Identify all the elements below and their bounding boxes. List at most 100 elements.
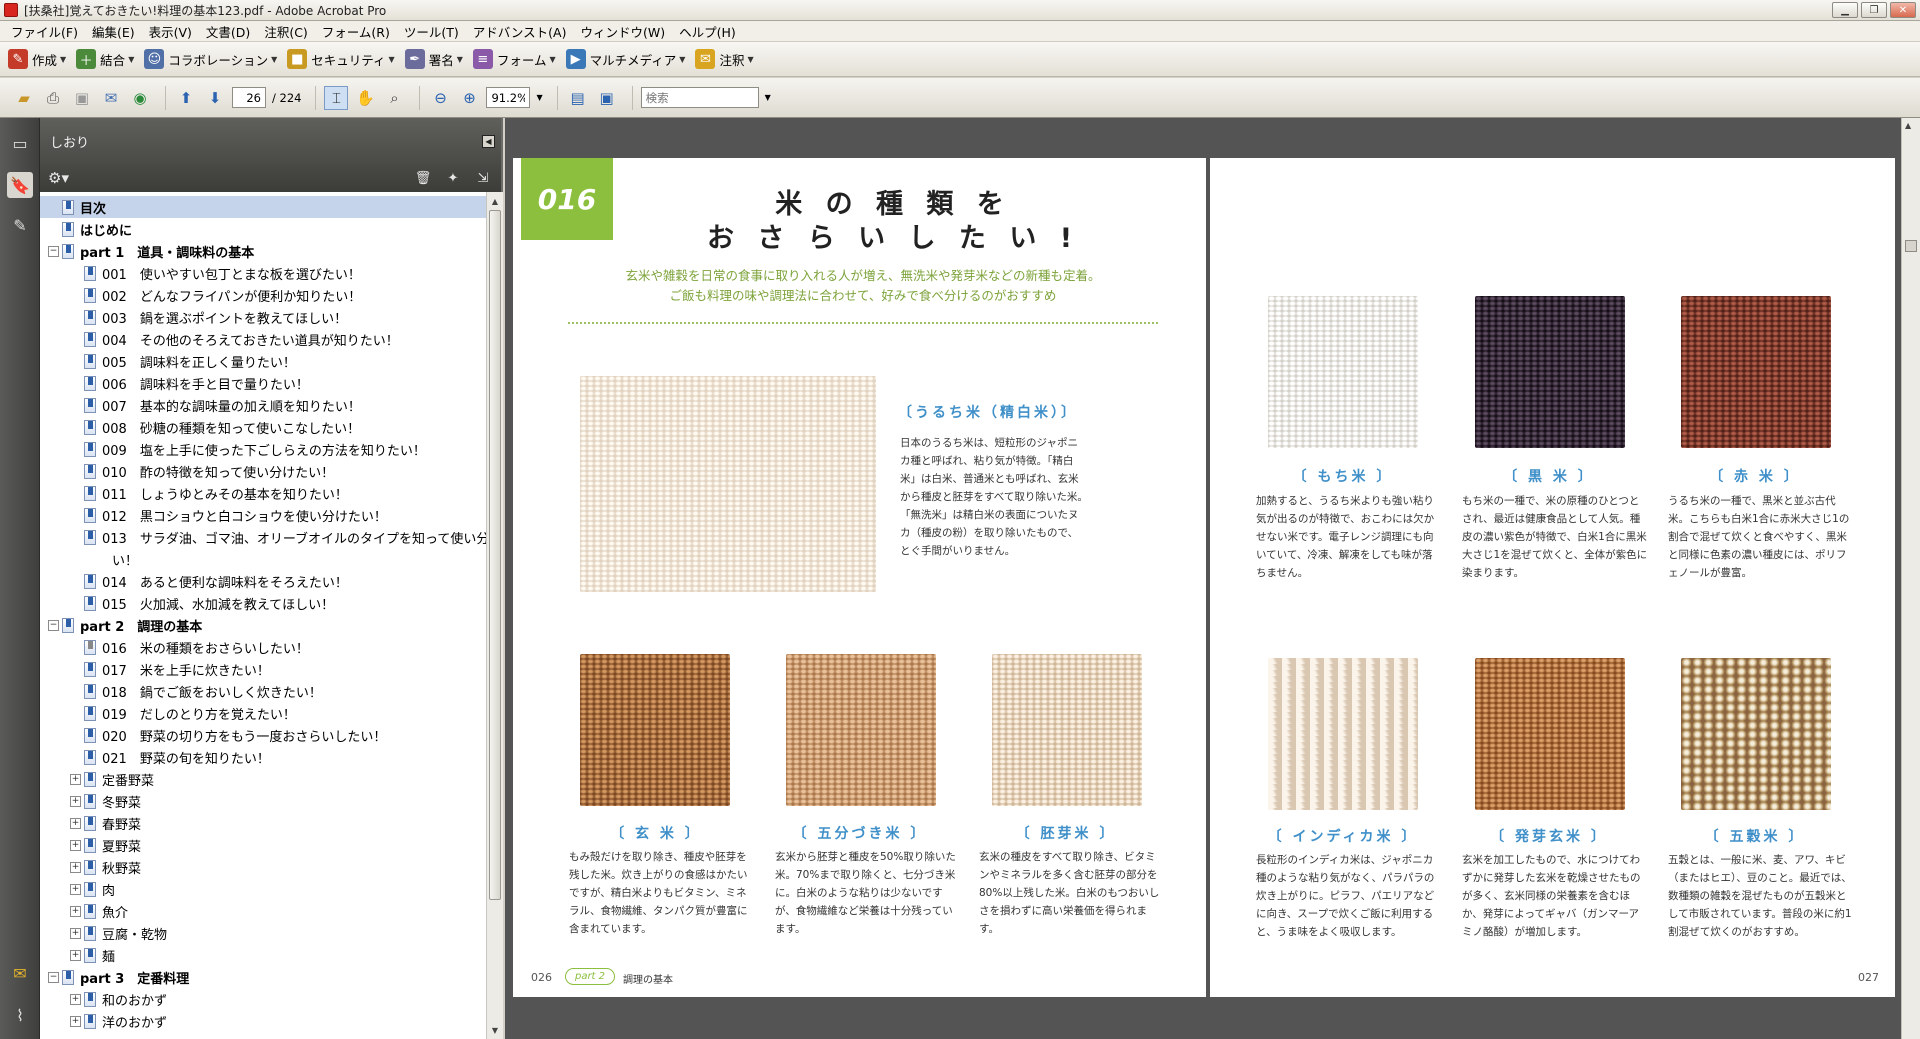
- expand-icon[interactable]: +: [70, 1015, 81, 1027]
- expand-icon[interactable]: +: [70, 861, 81, 873]
- bookmark-item[interactable]: − part 1 道具・調味料の基本: [40, 240, 486, 262]
- scroll-down-icon[interactable]: ▼: [489, 1023, 501, 1037]
- scroll-up-icon[interactable]: ▲: [1905, 121, 1911, 130]
- bookmark-item[interactable]: 001 使いやすい包丁とまな板を選びたい！: [40, 262, 486, 284]
- bookmark-item[interactable]: 009 塩を上手に使った下ごしらえの方法を知りたい！: [40, 438, 486, 460]
- bookmark-item[interactable]: 019 だしのとり方を覚えたい！: [40, 702, 486, 724]
- comments-icon[interactable]: ✉: [7, 960, 33, 986]
- zoom-in-icon[interactable]: ⊕: [457, 86, 481, 110]
- options-gear-icon[interactable]: ⚙▾: [48, 169, 69, 187]
- collapse-icon[interactable]: −: [48, 619, 59, 631]
- menu-comments[interactable]: 注釈(C): [257, 22, 314, 41]
- bookmark-item[interactable]: 002 どんなフライパンが便利か知りたい！: [40, 284, 486, 306]
- pages-icon[interactable]: ▭: [7, 130, 33, 156]
- open-folder-icon[interactable]: ▰: [12, 86, 36, 110]
- next-page-icon[interactable]: ⬇: [203, 86, 227, 110]
- bookmark-item[interactable]: − part 3 定番料理: [40, 966, 486, 988]
- expand-icon[interactable]: +: [70, 883, 81, 895]
- fit-page-icon[interactable]: ▣: [595, 86, 619, 110]
- bookmark-item[interactable]: + 麺: [40, 944, 486, 966]
- new-bookmark-icon[interactable]: ✦: [443, 168, 463, 188]
- email-icon[interactable]: ✉: [99, 86, 123, 110]
- bookmark-item[interactable]: 005 調味料を正しく量りたい！: [40, 350, 486, 372]
- bookmark-item[interactable]: 017 米を上手に炊きたい！: [40, 658, 486, 680]
- expand-icon[interactable]: +: [70, 773, 81, 785]
- expand-icon[interactable]: +: [70, 949, 81, 961]
- menu-forms[interactable]: フォーム(R): [315, 22, 397, 41]
- combine-button[interactable]: ＋結合 ▼: [76, 49, 134, 69]
- bookmark-item[interactable]: + 魚介: [40, 900, 486, 922]
- bookmark-item[interactable]: はじめに: [40, 218, 486, 240]
- menu-advanced[interactable]: アドバンスト(A): [466, 22, 574, 41]
- menu-file[interactable]: ファイル(F): [4, 22, 85, 41]
- attachments-icon[interactable]: ⌇: [7, 1002, 33, 1028]
- zoom-out-icon[interactable]: ⊖: [428, 86, 452, 110]
- bookmark-item[interactable]: 016 米の種類をおさらいしたい！: [40, 636, 486, 658]
- create-button[interactable]: ✎ 作成 ▼: [8, 49, 66, 69]
- bookmark-item[interactable]: 021 野菜の旬を知りたい！: [40, 746, 486, 768]
- expand-icon[interactable]: +: [70, 817, 81, 829]
- menu-edit[interactable]: 編集(E): [85, 22, 142, 41]
- previous-page-icon[interactable]: ⬆: [174, 86, 198, 110]
- collapse-icon[interactable]: −: [48, 971, 59, 983]
- expand-icon[interactable]: +: [70, 795, 81, 807]
- document-scrollbar-thumb[interactable]: [1905, 240, 1917, 252]
- signatures-icon[interactable]: ✎: [7, 212, 33, 238]
- bookmark-item[interactable]: 013 サラダ油、ゴマ油、オリーブオイルのタイプを知って使い分けた: [40, 526, 486, 548]
- save-icon[interactable]: ▣: [70, 86, 94, 110]
- bookmark-item[interactable]: + 和のおかず: [40, 988, 486, 1010]
- menu-tools[interactable]: ツール(T): [397, 22, 466, 41]
- expand-icon[interactable]: +: [70, 905, 81, 917]
- close-button[interactable]: ✕: [1890, 2, 1916, 18]
- search-input[interactable]: [640, 87, 759, 108]
- bookmark-item[interactable]: 012 黒コショウと白コショウを使い分けたい！: [40, 504, 486, 526]
- bookmark-item[interactable]: 004 その他のそろえておきたい道具が知りたい！: [40, 328, 486, 350]
- bookmark-item[interactable]: 010 酢の特徴を知って使い分けたい！: [40, 460, 486, 482]
- expand-icon[interactable]: +: [70, 927, 81, 939]
- bookmark-item[interactable]: 目次: [40, 196, 486, 218]
- scroll-up-icon[interactable]: ▲: [489, 194, 501, 208]
- comment-button[interactable]: ✉ 注釈 ▼: [695, 49, 754, 69]
- bookmarks-icon[interactable]: 🔖: [7, 172, 33, 198]
- bookmark-item[interactable]: 014 あると便利な調味料をそろえたい！: [40, 570, 486, 592]
- document-area[interactable]: 016 米 の 種 類 を お さ ら い し た い ! 玄米や雑穀を日常の食…: [505, 118, 1901, 1039]
- zoom-dropdown-icon[interactable]: ▼: [536, 93, 542, 102]
- bookmark-item[interactable]: 015 火加減、水加減を教えてほしい！: [40, 592, 486, 614]
- menu-help[interactable]: ヘルプ(H): [672, 22, 743, 41]
- security-button[interactable]: ■ セキュリティ ▼: [287, 49, 395, 69]
- zoom-tool-icon[interactable]: ⌕: [382, 86, 406, 110]
- restore-button[interactable]: ❐: [1861, 2, 1887, 18]
- select-tool-icon[interactable]: ⌶: [324, 85, 349, 110]
- web-icon[interactable]: ◉: [128, 86, 152, 110]
- menu-view[interactable]: 表示(V): [142, 22, 199, 41]
- bookmark-item[interactable]: + 夏野菜: [40, 834, 486, 856]
- bookmark-item[interactable]: + 肉: [40, 878, 486, 900]
- bookmark-item[interactable]: 007 基本的な調味量の加え順を知りたい！: [40, 394, 486, 416]
- bookmark-item[interactable]: + 秋野菜: [40, 856, 486, 878]
- expand-bookmark-icon[interactable]: ⇲: [473, 168, 493, 188]
- bookmark-item[interactable]: 011 しょうゆとみその基本を知りたい！: [40, 482, 486, 504]
- bookmark-item[interactable]: + 冬野菜: [40, 790, 486, 812]
- scrolling-mode-icon[interactable]: ▤: [566, 86, 590, 110]
- bookmark-item[interactable]: 018 鍋でご飯をおいしく炊きたい！: [40, 680, 486, 702]
- bookmark-item[interactable]: 006 調味料を手と目で量りたい！: [40, 372, 486, 394]
- zoom-level-input[interactable]: [486, 87, 531, 108]
- forms-button[interactable]: ≡ フォーム ▼: [472, 49, 556, 69]
- expand-icon[interactable]: +: [70, 993, 81, 1005]
- page-number-input[interactable]: [232, 87, 266, 108]
- delete-bookmark-icon[interactable]: 🗑: [413, 168, 433, 188]
- menu-document[interactable]: 文書(D): [199, 22, 257, 41]
- bookmark-item[interactable]: + 豆腐・乾物: [40, 922, 486, 944]
- collapse-icon[interactable]: −: [48, 245, 59, 257]
- hand-tool-icon[interactable]: ✋: [353, 86, 377, 110]
- minimize-button[interactable]: ▁: [1832, 2, 1858, 18]
- bookmarks-scrollbar[interactable]: ▲ ▼: [486, 192, 503, 1039]
- expand-icon[interactable]: +: [70, 839, 81, 851]
- collaboration-button[interactable]: ☺ コラボレーション ▼: [144, 49, 277, 69]
- search-dropdown-icon[interactable]: ▼: [765, 93, 771, 102]
- bookmark-item[interactable]: い！: [40, 548, 486, 570]
- menu-window[interactable]: ウィンドウ(W): [573, 22, 672, 41]
- bookmark-item[interactable]: + 春野菜: [40, 812, 486, 834]
- bookmark-item[interactable]: − part 2 調理の基本: [40, 614, 486, 636]
- bookmark-item[interactable]: + 洋のおかず: [40, 1010, 486, 1032]
